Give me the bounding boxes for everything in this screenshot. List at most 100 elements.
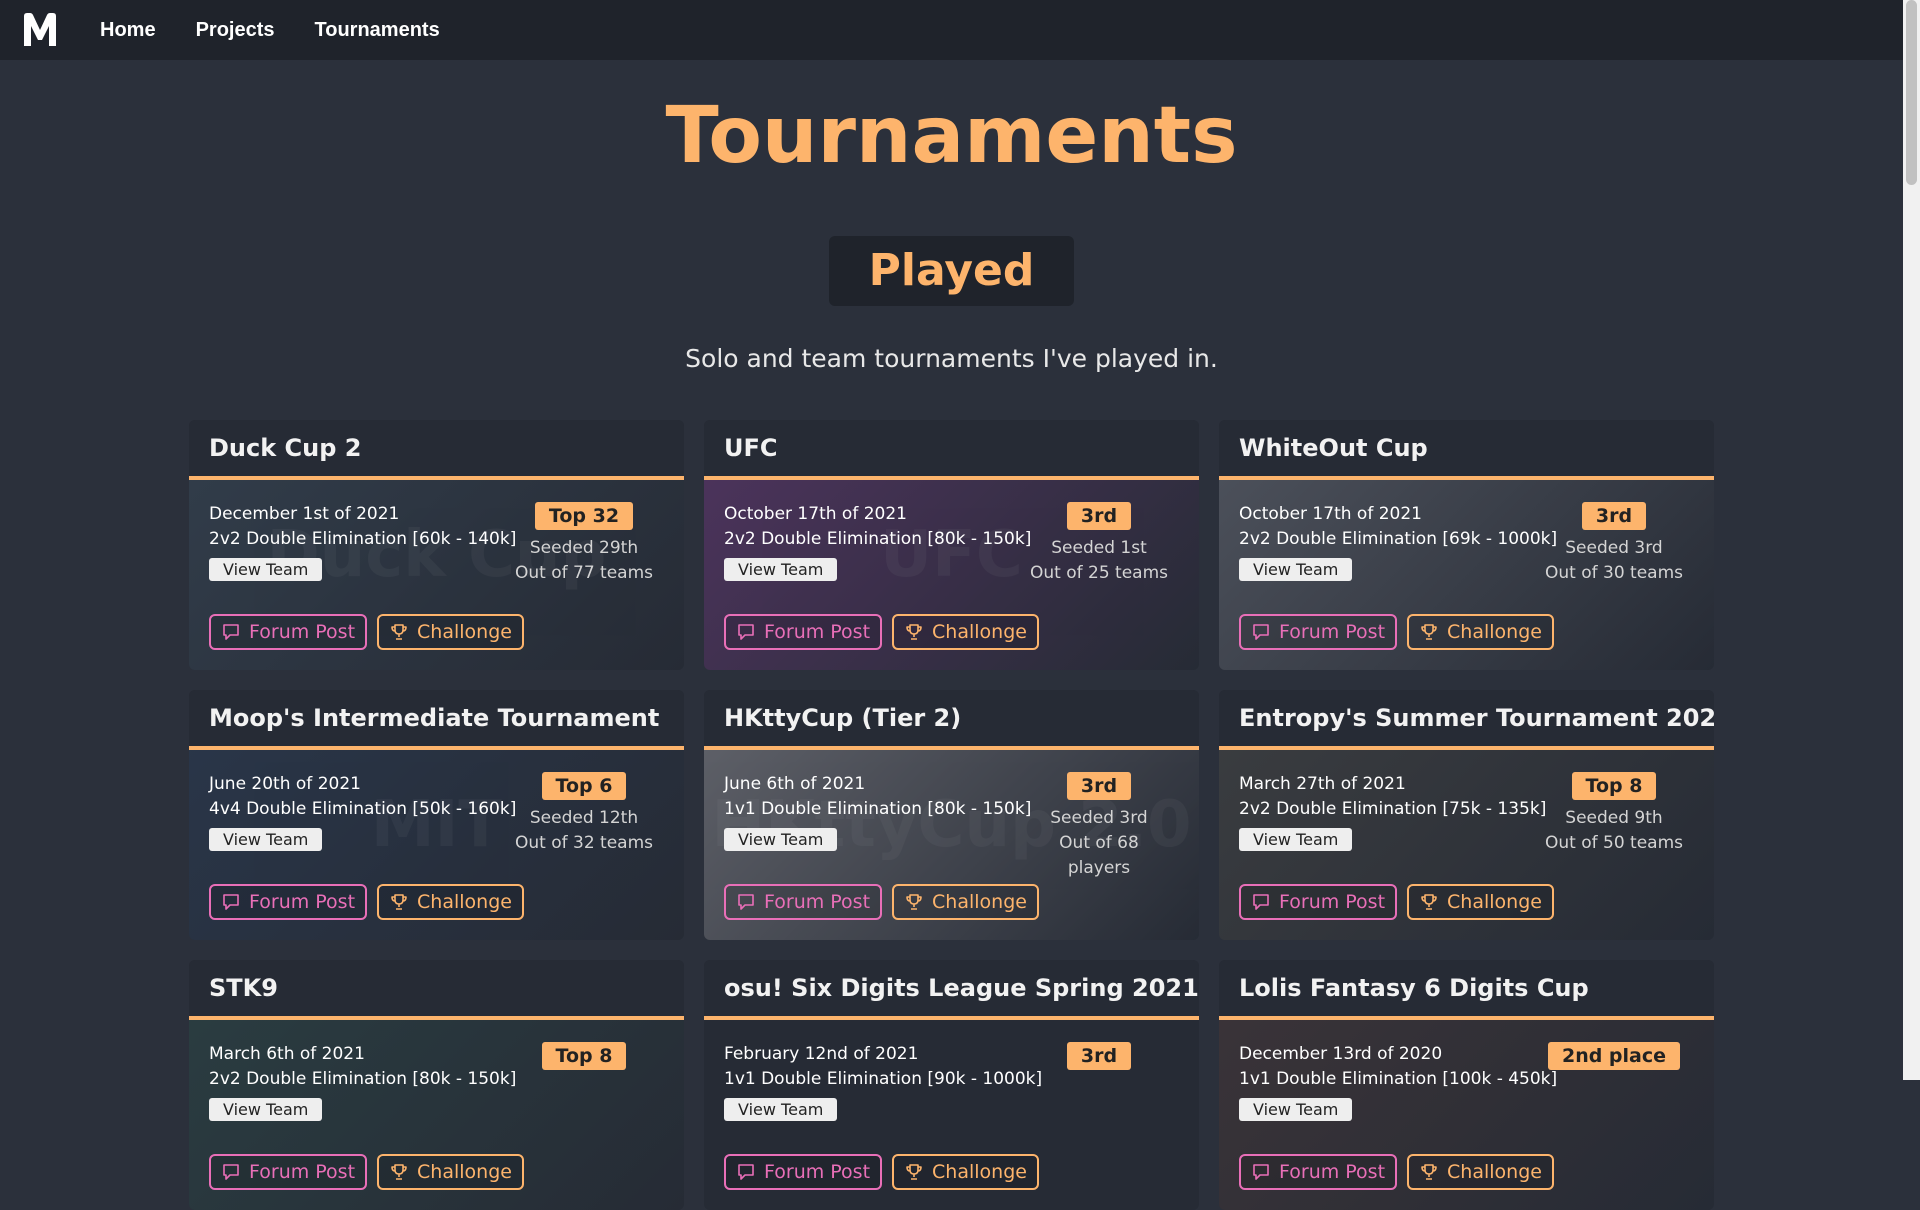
card-body: MIT June 20th of 2021 4v4 Double Elimina…	[189, 750, 684, 940]
tournament-card: STK9 March 6th of 2021 2v2 Double Elimin…	[189, 960, 684, 1210]
tournament-date: February 12nd of 2021	[724, 1044, 919, 1064]
tournament-date: October 17th of 2021	[724, 504, 907, 524]
challonge-button[interactable]: Challonge	[1407, 1154, 1554, 1190]
tournament-name: WhiteOut Cup	[1239, 434, 1428, 462]
tournament-name: Entropy's Summer Tournament 2021	[1239, 704, 1714, 732]
tournament-card: Lolis Fantasy 6 Digits Cup December 13rd…	[1219, 960, 1714, 1210]
view-team-button[interactable]: View Team	[209, 828, 323, 851]
forum-post-label: Forum Post	[764, 1161, 871, 1183]
participant-count: Out of 25 teams	[1029, 563, 1168, 583]
seed-text: Seeded 3rd	[1565, 538, 1663, 558]
forum-post-button[interactable]: Forum Post	[724, 614, 883, 650]
challonge-button[interactable]: Challonge	[377, 614, 524, 650]
nav-home-link[interactable]: Home	[100, 19, 156, 42]
card-header: WhiteOut Cup	[1219, 420, 1714, 480]
chat-icon	[223, 1164, 239, 1180]
card-header: Entropy's Summer Tournament 2021	[1219, 690, 1714, 750]
card-body: HKttyCup 2.0 June 6th of 2021 1v1 Double…	[704, 750, 1199, 940]
forum-post-button[interactable]: Forum Post	[1239, 614, 1398, 650]
challonge-button[interactable]: Challonge	[1407, 884, 1554, 920]
card-body: October 17th of 2021 2v2 Double Eliminat…	[1219, 480, 1714, 670]
participant-count: Out of 77 teams	[514, 563, 653, 583]
nav-tournaments-link[interactable]: Tournaments	[315, 19, 440, 42]
challonge-button[interactable]: Challonge	[892, 614, 1039, 650]
challonge-label: Challonge	[417, 891, 512, 913]
tournament-card: HKttyCup (Tier 2) HKttyCup 2.0 June 6th …	[704, 690, 1199, 940]
trophy-icon	[906, 1164, 922, 1180]
forum-post-button[interactable]: Forum Post	[1239, 884, 1398, 920]
forum-post-label: Forum Post	[1279, 891, 1386, 913]
challonge-label: Challonge	[932, 891, 1027, 913]
view-team-button[interactable]: View Team	[209, 558, 323, 581]
participant-count: Out of 30 teams	[1544, 563, 1683, 583]
tournament-name: HKttyCup (Tier 2)	[724, 704, 962, 732]
tournament-date: October 17th of 2021	[1239, 504, 1422, 524]
placement-badge: Top 6	[541, 772, 627, 800]
navbar: Home Projects Tournaments	[0, 0, 1903, 60]
tournament-meta: March 6th of 2021 2v2 Double Elimination…	[209, 1042, 516, 1121]
view-team-button[interactable]: View Team	[1239, 828, 1353, 851]
forum-post-button[interactable]: Forum Post	[724, 1154, 883, 1190]
card-links: Forum Post Challonge	[209, 614, 524, 650]
placement-badge: Top 8	[1571, 772, 1657, 800]
challonge-button[interactable]: Challonge	[377, 884, 524, 920]
tournament-grid: Duck Cup 2 Duck Cup December 1st of 2021…	[189, 420, 1714, 1210]
forum-post-label: Forum Post	[249, 1161, 356, 1183]
chat-icon	[738, 1164, 754, 1180]
forum-post-button[interactable]: Forum Post	[1239, 1154, 1398, 1190]
card-links: Forum Post Challonge	[724, 884, 1039, 920]
challonge-label: Challonge	[932, 621, 1027, 643]
placement-badge: 2nd place	[1547, 1042, 1681, 1070]
trophy-icon	[1421, 894, 1437, 910]
tournament-format: 2v2 Double Elimination [75k - 135k]	[1239, 799, 1547, 819]
page-title: Tournaments	[665, 91, 1238, 181]
forum-post-button[interactable]: Forum Post	[724, 884, 883, 920]
forum-post-button[interactable]: Forum Post	[209, 1154, 368, 1190]
tournament-card: Duck Cup 2 Duck Cup December 1st of 2021…	[189, 420, 684, 670]
challonge-button[interactable]: Challonge	[1407, 614, 1554, 650]
card-body: December 13rd of 2020 1v1 Double Elimina…	[1219, 1020, 1714, 1210]
tournament-name: Lolis Fantasy 6 Digits Cup	[1239, 974, 1589, 1002]
trophy-icon	[906, 894, 922, 910]
view-team-button[interactable]: View Team	[1239, 1098, 1353, 1121]
card-links: Forum Post Challonge	[209, 884, 524, 920]
result-column: Top 8 Seeded 9th Out of 50 teams	[1544, 772, 1684, 856]
forum-post-button[interactable]: Forum Post	[209, 884, 368, 920]
forum-post-label: Forum Post	[1279, 1161, 1386, 1183]
card-body: March 27th of 2021 2v2 Double Eliminatio…	[1219, 750, 1714, 940]
challonge-button[interactable]: Challonge	[377, 1154, 524, 1190]
card-body: February 12nd of 2021 1v1 Double Elimina…	[704, 1020, 1199, 1210]
seed-text: Seeded 3rd	[1050, 808, 1148, 828]
view-team-button[interactable]: View Team	[724, 1098, 838, 1121]
placement-badge: Top 8	[541, 1042, 627, 1070]
tournament-meta: December 13rd of 2020 1v1 Double Elimina…	[1239, 1042, 1557, 1121]
trophy-icon	[1421, 624, 1437, 640]
site-logo-icon[interactable]	[20, 10, 60, 50]
challonge-button[interactable]: Challonge	[892, 1154, 1039, 1190]
tournament-format: 2v2 Double Elimination [60k - 140k]	[209, 529, 517, 549]
challonge-label: Challonge	[417, 1161, 512, 1183]
result-column: 3rd Seeded 3rd Out of 68 players	[1029, 772, 1169, 881]
placement-badge: Top 32	[534, 502, 634, 530]
tournament-meta: June 6th of 2021 1v1 Double Elimination …	[724, 772, 1031, 851]
view-team-button[interactable]: View Team	[724, 558, 838, 581]
tournament-format: 4v4 Double Elimination [50k - 160k]	[209, 799, 517, 819]
scrollbar-thumb[interactable]	[1906, 0, 1917, 185]
chat-icon	[1253, 1164, 1269, 1180]
trophy-icon	[391, 894, 407, 910]
card-header: UFC	[704, 420, 1199, 480]
tournament-card: osu! Six Digits League Spring 2021 Febru…	[704, 960, 1199, 1210]
placement-badge: 3rd	[1066, 502, 1132, 530]
challonge-button[interactable]: Challonge	[892, 884, 1039, 920]
view-team-button[interactable]: View Team	[724, 828, 838, 851]
tournament-date: March 6th of 2021	[209, 1044, 365, 1064]
forum-post-label: Forum Post	[249, 891, 356, 913]
forum-post-label: Forum Post	[249, 621, 356, 643]
forum-post-button[interactable]: Forum Post	[209, 614, 368, 650]
tournament-meta: October 17th of 2021 2v2 Double Eliminat…	[724, 502, 1031, 581]
result-column: 3rd Seeded 1st Out of 25 teams	[1029, 502, 1169, 586]
tournament-name: UFC	[724, 434, 778, 462]
view-team-button[interactable]: View Team	[209, 1098, 323, 1121]
view-team-button[interactable]: View Team	[1239, 558, 1353, 581]
nav-projects-link[interactable]: Projects	[196, 19, 275, 42]
